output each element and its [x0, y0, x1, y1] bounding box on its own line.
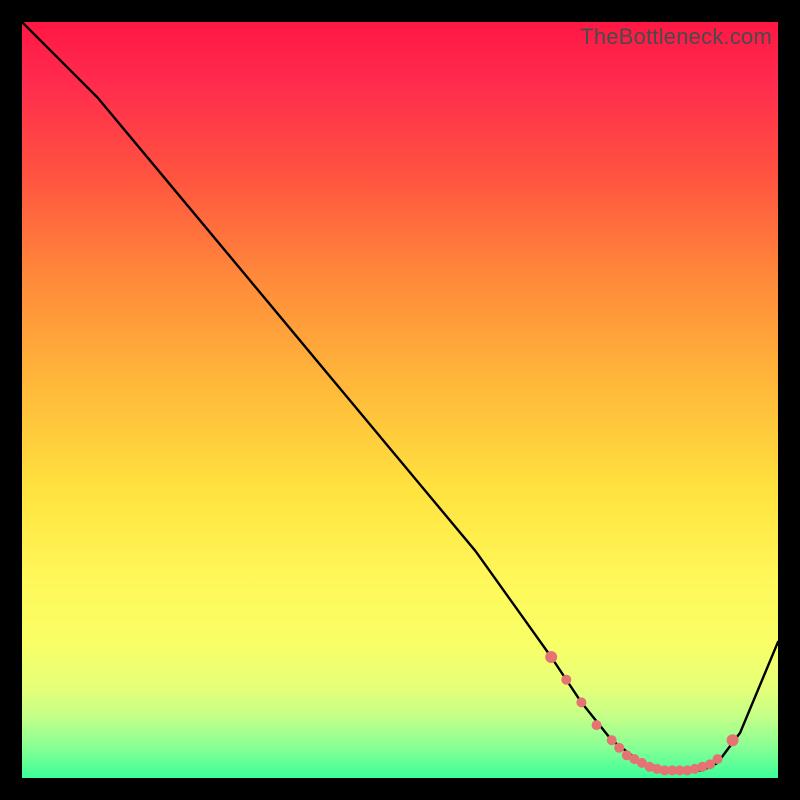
- plot-area: TheBottleneck.com: [22, 22, 778, 778]
- dot: [713, 754, 723, 764]
- dot: [614, 743, 624, 753]
- bottleneck-curve: [22, 22, 778, 770]
- dot: [561, 675, 571, 685]
- highlight-dots: [545, 651, 738, 775]
- watermark-text: TheBottleneck.com: [580, 24, 772, 50]
- dot: [592, 720, 602, 730]
- dot: [545, 651, 557, 663]
- dot: [576, 697, 586, 707]
- chart-svg: [22, 22, 778, 778]
- dot: [607, 735, 617, 745]
- dot: [727, 734, 739, 746]
